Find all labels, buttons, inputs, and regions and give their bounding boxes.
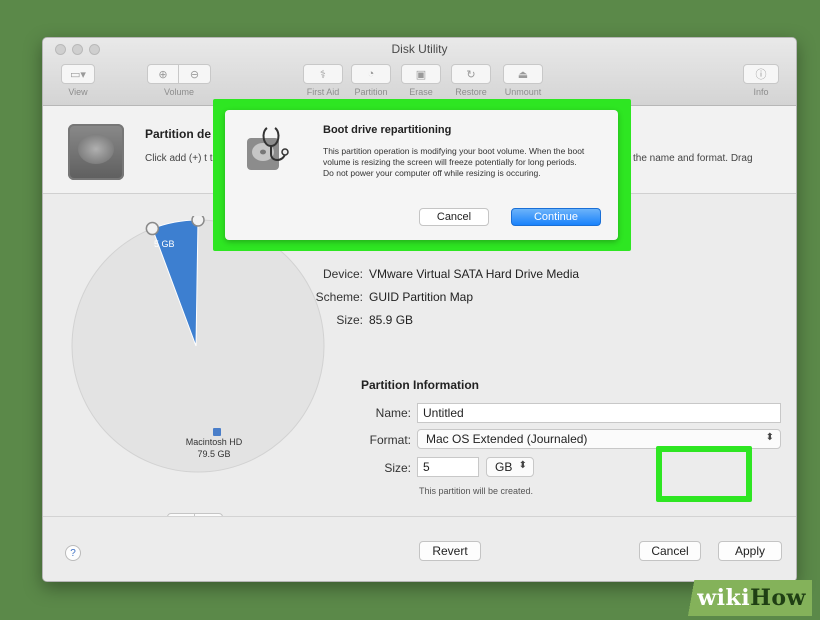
device-value: VMware Virtual SATA Hard Drive Media [369, 267, 580, 281]
wikihow-watermark: wiki How [672, 580, 812, 616]
select-arrows-icon: ⬍ [765, 432, 774, 443]
size-key: Size: [384, 461, 411, 475]
toolbar-erase-label: Erase [409, 87, 433, 97]
pie-slice-macintosh-hd[interactable] [71, 219, 325, 473]
toolbar-view[interactable]: ▭▾ View [61, 64, 95, 97]
toolbar-view-label: View [68, 87, 88, 97]
format-key: Format: [369, 433, 411, 447]
sheet-description-right: the name and format. Drag [633, 153, 753, 164]
toolbar-info-label: Info [753, 87, 769, 97]
disk-size-value: 85.9 GB [369, 313, 414, 327]
add-volume-icon[interactable]: ⊕ [147, 64, 179, 84]
dialog-message: This partition operation is modifying yo… [323, 146, 585, 178]
scheme-key: Scheme: [315, 290, 363, 304]
sidebar-view-icon[interactable]: ▭▾ [61, 64, 95, 84]
partition-name-input[interactable] [417, 403, 781, 423]
dialog-cancel-button[interactable]: Cancel [419, 208, 489, 226]
toolbar-unmount[interactable]: ⏏ Unmount [503, 64, 543, 97]
device-key: Device: [322, 267, 363, 281]
toolbar-first-aid[interactable]: ⚕ First Aid [303, 64, 343, 97]
erase-icon[interactable]: ▣ [401, 64, 441, 84]
titlebar: Disk Utility ▭▾ View ⊕ ⊖ Volume ⚕ First … [43, 38, 796, 106]
remove-volume-icon[interactable]: ⊖ [179, 64, 211, 84]
stethoscope-icon[interactable]: ⚕ [303, 64, 343, 84]
pie-slice-label-macintosh-hd: Macintosh HD 79.5 GB [179, 436, 249, 460]
format-select-value: Mac OS Extended (Journaled) [426, 432, 588, 446]
boot-drive-dialog: Boot drive repartitioning This partition… [225, 110, 618, 240]
select-arrows-icon: ⬍ [518, 460, 527, 471]
partition-created-note: This partition will be created. [419, 486, 534, 496]
info-icon[interactable]: ⓘ [743, 64, 779, 84]
help-button[interactable]: ? [65, 545, 81, 561]
partition-icon[interactable]: ◔ [351, 64, 391, 84]
toolbar-erase[interactable]: ▣ Erase [401, 64, 441, 97]
name-key: Name: [375, 406, 411, 420]
bottom-bar: ? Revert Cancel Apply [43, 516, 796, 581]
scheme-value: GUID Partition Map [369, 290, 474, 304]
watermark-wiki: wiki [697, 585, 751, 611]
pie-slice-label-new: 5 GB [154, 239, 175, 249]
toolbar-info[interactable]: ⓘ Info [743, 64, 779, 97]
dialog-title: Boot drive repartitioning [323, 124, 452, 136]
disk-utility-stethoscope-icon [247, 127, 289, 170]
resize-handle[interactable] [191, 216, 205, 227]
revert-button[interactable]: Revert [419, 541, 481, 561]
volume-icon [213, 428, 221, 436]
volume-name: Macintosh HD [185, 437, 243, 447]
watermark-how: How [750, 585, 806, 611]
size-unit-value: GB [495, 460, 513, 474]
toolbar-volume[interactable]: ⊕ ⊖ Volume [147, 64, 211, 97]
partition-size-input[interactable] [417, 457, 479, 477]
eject-icon[interactable]: ⏏ [503, 64, 543, 84]
toolbar-first-aid-label: First Aid [306, 87, 340, 97]
hard-drive-icon [68, 124, 124, 180]
toolbar-volume-label: Volume [163, 87, 195, 97]
toolbar-partition[interactable]: ◔ Partition [351, 64, 391, 97]
window-title: Disk Utility [391, 42, 448, 56]
apply-button[interactable]: Apply [718, 541, 782, 561]
volume-size: 79.5 GB [197, 449, 231, 459]
restore-icon[interactable]: ↻ [451, 64, 491, 84]
apply-highlight-box [656, 446, 752, 502]
toolbar-unmount-label: Unmount [504, 87, 542, 97]
size-unit-select[interactable]: GB ⬍ [486, 457, 534, 477]
dialog-continue-button[interactable]: Continue [511, 208, 601, 226]
resize-handle[interactable] [145, 221, 160, 236]
toolbar-restore-label: Restore [455, 87, 487, 97]
cancel-button[interactable]: Cancel [639, 541, 701, 561]
partition-information-title: Partition Information [361, 378, 479, 392]
disk-size-key: Size: [336, 313, 363, 327]
sheet-title: Partition de [145, 127, 212, 141]
toolbar-restore[interactable]: ↻ Restore [451, 64, 491, 97]
toolbar-partition-label: Partition [354, 87, 388, 97]
